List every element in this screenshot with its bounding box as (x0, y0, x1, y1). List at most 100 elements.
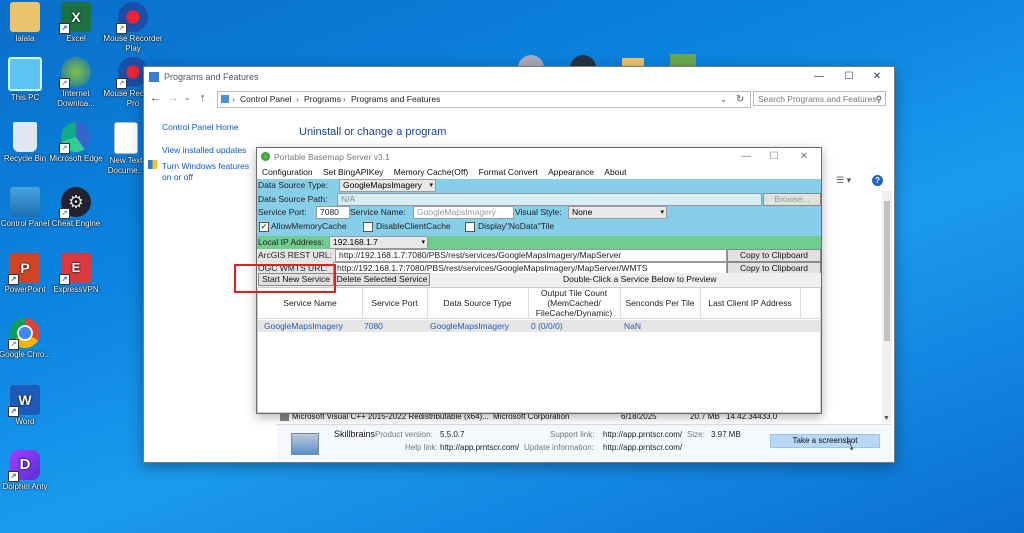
cell-service-name: GoogleMapsImagery (264, 321, 343, 331)
view-installed-updates-link[interactable]: View installed updates (162, 145, 246, 155)
desktop-icon-dolphin-anty[interactable]: D ↗ Dolphin Anty (0, 450, 56, 492)
globe-download-icon: ↗ (59, 57, 91, 89)
allow-memory-cache-checkbox[interactable]: ✓ (259, 222, 269, 232)
data-source-path-label: Data Source Path: (258, 194, 328, 204)
column-last-client-ip[interactable]: Last Client IP Address (700, 288, 801, 318)
desktop-icon-label: Word (15, 417, 35, 426)
cell-seconds-per-tile: NaN (624, 321, 642, 331)
service-name-label: Service Name: (350, 207, 406, 217)
desktop-icon-word[interactable]: W ↗ Word (0, 385, 56, 427)
desktop-icon-internet-download[interactable]: ↗ Internet Downloa... (45, 57, 107, 109)
basemap-menu-bar: Configuration Set BingAPIKey Memory Cach… (257, 166, 821, 179)
lightshot-program-icon (291, 433, 319, 455)
shield-icon (148, 160, 157, 169)
portable-basemap-server-window: Portable Basemap Server v3.1 — ☐ ✕ Confi… (256, 147, 822, 414)
desktop-icon-label: Internet Downloa... (57, 89, 95, 108)
basemap-window-title: Portable Basemap Server v3.1 (274, 152, 390, 162)
desktop-icon-expressvpn[interactable]: E ↗ ExpressVPN (45, 253, 107, 295)
mouse-recorder-icon: ↗ (116, 2, 148, 34)
desktop-icon-label: ExpressVPN (53, 285, 99, 294)
address-box[interactable]: › Control Panel › Programs › Programs an… (217, 91, 751, 108)
close-button[interactable]: ✕ (862, 67, 892, 87)
service-list[interactable]: Service Name Service Port Data Source Ty… (257, 287, 821, 413)
data-source-path-field[interactable]: N/A (337, 193, 762, 206)
details-label: Update information: (524, 443, 594, 452)
details-help-link[interactable]: http://app.prntscr.com/ (440, 443, 519, 452)
breadcrumb-programs[interactable]: Programs (304, 92, 341, 107)
back-arrow-icon[interactable]: ← (150, 92, 161, 104)
menu-configuration[interactable]: Configuration (262, 167, 313, 177)
details-label: Support link: (550, 430, 595, 439)
help-icon[interactable]: ? (872, 175, 883, 186)
delete-selected-service-button[interactable]: Delete Selected Service (334, 273, 430, 286)
column-seconds-per-tile[interactable]: Senconds Per Tile (620, 288, 701, 318)
service-actions-row: Start New Service Delete Selected Servic… (257, 273, 821, 286)
data-source-type-select[interactable]: GoogleMapsImagery ▾ (339, 179, 436, 192)
search-input[interactable]: Search Programs and Features ⚲ (753, 91, 886, 106)
service-port-row: Service Port: 7080 Service Name: GoogleM… (257, 206, 821, 219)
breadcrumb-separator-icon: › (296, 94, 299, 104)
disable-client-cache-checkbox[interactable] (363, 222, 373, 232)
scroll-down-arrow-icon[interactable]: ▼ (883, 415, 890, 422)
desktop-icon-cheat-engine[interactable]: ⚙ ↗ Cheat Engine (45, 187, 107, 229)
menu-about[interactable]: About (604, 167, 626, 177)
scrollbar-thumb[interactable] (884, 201, 890, 341)
up-arrow-icon[interactable]: ↑ (200, 92, 206, 104)
basemap-maximize-button[interactable]: ☐ (759, 148, 789, 166)
table-row[interactable]: GoogleMapsImagery 7080 GoogleMapsImagery… (258, 320, 820, 332)
menu-set-bing-api-key[interactable]: Set BingAPIKey (323, 167, 383, 177)
column-service-port[interactable]: Service Port (362, 288, 428, 318)
disable-client-cache-label: DisableClientCache (376, 221, 451, 231)
details-update-info[interactable]: http://app.prntscr.com/ (603, 443, 682, 452)
details-support-link[interactable]: http://app.prntscr.com/ (603, 430, 682, 439)
desktop-icon-label: Mouse Recorder Play (103, 34, 163, 53)
edge-icon: ↗ (59, 122, 91, 154)
basemap-minimize-button[interactable]: — (731, 148, 761, 166)
browse-button[interactable]: Browse... (763, 193, 821, 206)
view-options-icon[interactable]: ☰ ▾ (836, 175, 851, 186)
highlight-box (234, 264, 336, 293)
menu-memory-cache[interactable]: Memory Cache(Off) (394, 167, 468, 177)
column-data-source-type[interactable]: Data Source Type (427, 288, 529, 318)
desktop-icon-excel[interactable]: X ↗ Excel (45, 2, 107, 44)
copy-arcgis-url-button[interactable]: Copy to Clipboard (727, 249, 821, 262)
cell-data-source-type: GoogleMapsImagery (430, 321, 509, 331)
maximize-button[interactable]: ☐ (834, 67, 864, 87)
local-ip-select[interactable]: 192.168.1.7 ▾ (329, 236, 428, 249)
column-output-tile-count[interactable]: Output Tile Count (MemCached/ FileCache/… (528, 288, 621, 318)
service-port-input[interactable]: 7080 (316, 206, 350, 219)
details-size: 3.97 MB (711, 430, 741, 439)
display-nodata-tile-checkbox[interactable] (465, 222, 475, 232)
arcgis-url-row: ArcGIS REST URL: http://192.168.1.7:7080… (257, 249, 821, 262)
desktop-icon-mouse-recorder-play[interactable]: ↗ Mouse Recorder Play (102, 2, 164, 54)
vertical-scrollbar[interactable]: ▼ (882, 191, 892, 423)
word-icon: W ↗ (8, 385, 40, 417)
arcgis-url-field[interactable]: http://192.168.1.7:7080/PBS/rest/service… (335, 249, 727, 262)
visual-style-select[interactable]: None ▾ (568, 206, 667, 219)
breadcrumb-programs-and-features[interactable]: Programs and Features (351, 92, 440, 107)
text-document-icon (114, 122, 138, 154)
service-name-input[interactable]: GoogleMapsImagery (413, 206, 514, 219)
data-source-type-row: Data Source Type: GoogleMapsImagery ▾ (257, 179, 821, 192)
basemap-title-bar: Portable Basemap Server v3.1 — ☐ ✕ (257, 148, 821, 166)
windows-features-link[interactable]: Turn Windows features on or off (162, 161, 257, 183)
take-screenshot-button[interactable]: Take a screenshot (770, 434, 880, 448)
breadcrumb-control-panel[interactable]: Control Panel (240, 92, 292, 107)
refresh-icon[interactable]: ↻ (736, 92, 744, 107)
recent-locations-icon[interactable]: ⌄ (184, 93, 191, 102)
basemap-close-button[interactable]: ✕ (789, 148, 819, 166)
chevron-down-icon: ▾ (429, 182, 433, 189)
allow-memory-cache-label: AllowMemoryCache (271, 221, 347, 231)
local-ip-row: Local IP Address: 192.168.1.7 ▾ (257, 236, 821, 249)
minimize-button[interactable]: — (804, 67, 834, 87)
mouse-cursor-icon: ⭛ (847, 439, 854, 453)
dropdown-arrow-icon[interactable]: ⌄ (720, 92, 727, 107)
desktop-icon-google-chrome[interactable]: ↗ Google Chro... (0, 318, 56, 360)
menu-appearance[interactable]: Appearance (548, 167, 594, 177)
control-panel-home-link[interactable]: Control Panel Home (162, 122, 239, 132)
powerpoint-icon: P ↗ (8, 253, 40, 285)
menu-format-convert[interactable]: Format Convert (479, 167, 538, 177)
forward-arrow-icon[interactable]: → (168, 92, 179, 104)
breadcrumb-separator-icon: › (232, 94, 235, 104)
data-source-type-label: Data Source Type: (258, 180, 329, 190)
